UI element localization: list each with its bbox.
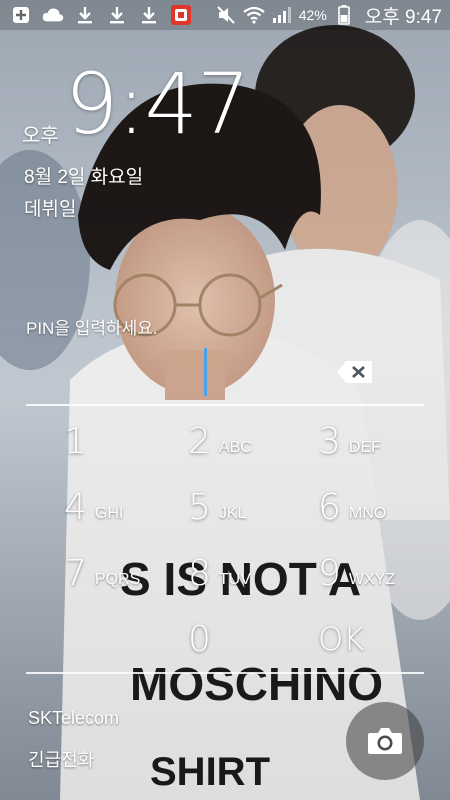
key-digit: 4: [64, 486, 87, 528]
keypad-row: 1 2 ABC 3 DEF: [26, 408, 424, 474]
owner-info-label: 데뷔일: [24, 199, 77, 220]
clock-time: 9:47: [64, 55, 251, 153]
status-bar-time: 오후 9:47: [364, 6, 442, 28]
lock-screen: S IS NOT A MOSCHINO SHIRT: [0, 0, 450, 800]
notification-icons: [0, 0, 192, 30]
pin-underline: [26, 404, 424, 406]
key-6[interactable]: 6 MNO: [290, 474, 424, 540]
status-bar: 42% 오후 9:47: [0, 0, 450, 30]
backspace-icon: [337, 361, 372, 383]
key-letters: ABC: [218, 439, 252, 456]
key-digit: 7: [64, 552, 87, 594]
wifi-icon: [243, 4, 265, 26]
key-letters: TUV: [218, 571, 251, 588]
carrier-label: SKTelecom: [28, 708, 120, 728]
key-letters: JKL: [218, 505, 247, 522]
battery-icon: [333, 4, 355, 26]
system-status: 42% 오후 9:47: [215, 0, 450, 30]
emergency-call-button[interactable]: 긴급전화: [28, 746, 94, 772]
keypad-row: 7 PQRS 8 TUV 9 WXYZ: [26, 540, 424, 606]
key-letters: DEF: [348, 439, 381, 456]
key-2[interactable]: 2 ABC: [158, 408, 290, 474]
key-digit: 9: [318, 552, 341, 594]
pin-input[interactable]: [26, 340, 424, 406]
download-icon: [106, 4, 128, 26]
key-letters: MNO: [348, 505, 387, 522]
date-label: 8월 2일 화요일: [24, 167, 144, 188]
key-7[interactable]: 7 PQRS: [26, 540, 158, 606]
pin-cursor: [204, 348, 207, 396]
download-icon: [74, 4, 96, 26]
key-0[interactable]: 0: [158, 606, 290, 672]
key-8[interactable]: 8 TUV: [158, 540, 290, 606]
clock-ampm: 오후: [22, 125, 59, 147]
key-letters: WXYZ: [348, 571, 396, 588]
mute-icon: [215, 4, 237, 26]
keypad-row: 0 OK: [26, 606, 424, 672]
key-digit: 3: [318, 420, 341, 462]
key-letters: GHI: [94, 505, 124, 522]
key-5[interactable]: 5 JKL: [158, 474, 290, 540]
cloud-icon: [42, 4, 64, 26]
key-empty: [26, 606, 158, 672]
key-9[interactable]: 9 WXYZ: [290, 540, 424, 606]
keypad-divider: [26, 672, 424, 674]
download-icon: [138, 4, 160, 26]
key-digit: 5: [188, 486, 211, 528]
battery-percent: 42%: [298, 7, 327, 23]
add-notification-icon: [10, 4, 32, 26]
pin-keypad: 1 2 ABC 3 DEF 4 GHI 5 JKL 6 MNO 7 PQRS 8 TUV 9W…: [26, 408, 424, 672]
key-3[interactable]: 3 DEF: [290, 408, 424, 474]
key-1[interactable]: 1: [26, 408, 158, 474]
key-digit: 8: [188, 552, 211, 594]
camera-shortcut-button[interactable]: [346, 702, 424, 780]
app-notification-icon: [170, 4, 192, 26]
camera-icon: [368, 728, 402, 754]
pin-prompt: PIN을 입력하세요.: [26, 319, 158, 338]
key-letters: PQRS: [94, 571, 141, 588]
signal-icon: [271, 4, 293, 26]
key-digit: 0: [188, 618, 211, 660]
key-digit: 2: [188, 420, 211, 462]
ok-label: OK: [318, 620, 365, 658]
lock-clock: 오후 9:47: [22, 55, 251, 153]
keypad-row: 4 GHI 5 JKL 6 MNO: [26, 474, 424, 540]
key-4[interactable]: 4 GHI: [26, 474, 158, 540]
key-digit: 1: [64, 420, 87, 462]
key-digit: 6: [318, 486, 341, 528]
ok-button[interactable]: OK: [290, 606, 424, 672]
backspace-button[interactable]: [336, 360, 374, 384]
